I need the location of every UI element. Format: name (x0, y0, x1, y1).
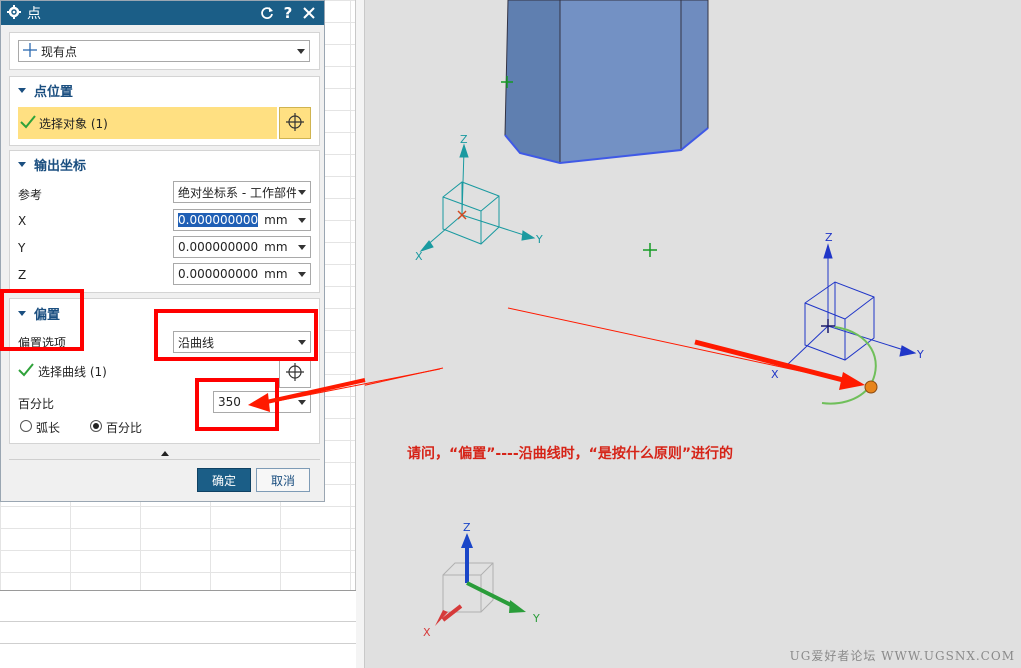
reference-value: 绝对坐标系 - 工作部件 (178, 185, 296, 200)
teal-axis-y: Y (535, 233, 543, 246)
type-panel: 现有点 (9, 32, 320, 70)
view-triad (435, 533, 526, 626)
background-lower-pane (0, 590, 356, 668)
teal-csys (419, 143, 536, 253)
z-unit: mm (264, 267, 288, 281)
reference-label: 参考 (18, 188, 43, 202)
reset-icon[interactable] (258, 4, 276, 22)
dialog-titlebar[interactable]: 点 ? (1, 1, 324, 25)
x-value: 0.000000000 (178, 213, 259, 227)
blue-csys (786, 243, 917, 366)
cancel-button[interactable]: 取消 (256, 468, 310, 492)
select-object-row[interactable]: 选择对象 (1) (18, 107, 277, 139)
offset-point (864, 380, 878, 394)
y-field[interactable]: 0.000000000 mm (173, 236, 311, 258)
more-options-toggle[interactable] (9, 447, 320, 459)
chevron-down-icon (297, 49, 305, 54)
y-value: 0.000000000 (178, 240, 259, 254)
z-label: Z (18, 268, 27, 282)
help-icon[interactable]: ? (279, 4, 297, 22)
chevron-down-icon (298, 400, 306, 405)
crosshair-icon (285, 362, 305, 385)
splitter[interactable] (356, 0, 365, 668)
check-icon (20, 114, 36, 132)
chevron-down-icon (298, 272, 306, 277)
ok-button[interactable]: 确定 (197, 468, 251, 492)
chevron-down-icon (298, 218, 306, 223)
close-icon[interactable] (300, 4, 318, 22)
chevron-up-icon (160, 450, 169, 456)
x-field[interactable]: 0.000000000 mm (173, 209, 311, 231)
dialog-title: 点 (27, 6, 41, 22)
annotation-box-percent (195, 378, 279, 431)
annotation-arrow-head (839, 372, 865, 390)
y-label: Y (18, 241, 26, 255)
svg-text:X: X (423, 626, 431, 639)
select-object-label: 选择对象 (1) (39, 116, 108, 131)
annotation-box-offset-option (154, 309, 318, 361)
output-coords-header[interactable]: 输出坐标 (18, 155, 86, 174)
y-unit: mm (264, 240, 288, 254)
point-constructor-button[interactable] (279, 107, 311, 139)
x-unit: mm (264, 213, 288, 227)
point-type-combo[interactable]: 现有点 (18, 40, 310, 62)
radio-arc-length-label: 弧长 (36, 421, 61, 435)
blue-axis-z: Z (825, 231, 833, 244)
z-field[interactable]: 0.000000000 mm (173, 263, 311, 285)
graphics-viewport[interactable]: Z Y X Z Y X Z Y X 请问，“偏置”----沿曲线时，“是按什么原… (365, 0, 1021, 668)
blue-axis-x: X (771, 368, 779, 381)
x-label: X (18, 214, 27, 228)
percent-label: 百分比 (18, 397, 55, 411)
output-coords-panel: 输出坐标 参考 绝对坐标系 - 工作部件 X 0.000000000 mm Y … (9, 150, 320, 293)
select-curve-row[interactable]: 选择曲线 (1) (18, 363, 107, 380)
plus-icon (23, 42, 37, 60)
check-icon (18, 363, 34, 380)
radio-percent-label: 百分比 (106, 421, 143, 435)
curve-selector-button[interactable] (279, 358, 311, 388)
crosshair-icon (285, 112, 305, 135)
teal-axis-z: Z (460, 133, 468, 146)
svg-text:Y: Y (532, 612, 540, 625)
point-location-header[interactable]: 点位置 (18, 81, 73, 100)
collapse-icon (18, 162, 26, 167)
divider (9, 459, 320, 460)
teal-axis-x: X (415, 250, 423, 263)
radio-percent[interactable] (90, 420, 102, 432)
point-location-panel: 点位置 选择对象 (1) (9, 76, 320, 146)
prism-solid (504, 0, 709, 165)
chevron-down-icon (298, 190, 306, 195)
gear-icon[interactable] (7, 4, 21, 22)
z-value: 0.000000000 (178, 267, 259, 281)
select-curve-label: 选择曲线 (1) (38, 365, 107, 379)
watermark: UG爱好者论坛 WWW.UGSNX.COM (789, 649, 1015, 663)
point-type-value: 现有点 (41, 44, 78, 59)
annotation-box-offset-header (0, 289, 84, 351)
point-marker-2 (643, 243, 657, 257)
svg-text:Z: Z (463, 521, 471, 534)
chevron-down-icon (298, 245, 306, 250)
reference-combo[interactable]: 绝对坐标系 - 工作部件 (173, 181, 311, 203)
blue-axis-y: Y (916, 348, 924, 361)
radio-arc-length[interactable] (20, 420, 32, 432)
collapse-icon (18, 88, 26, 93)
annotation-question: 请问，“偏置”----沿曲线时，“是按什么原则”进行的 (407, 446, 734, 462)
